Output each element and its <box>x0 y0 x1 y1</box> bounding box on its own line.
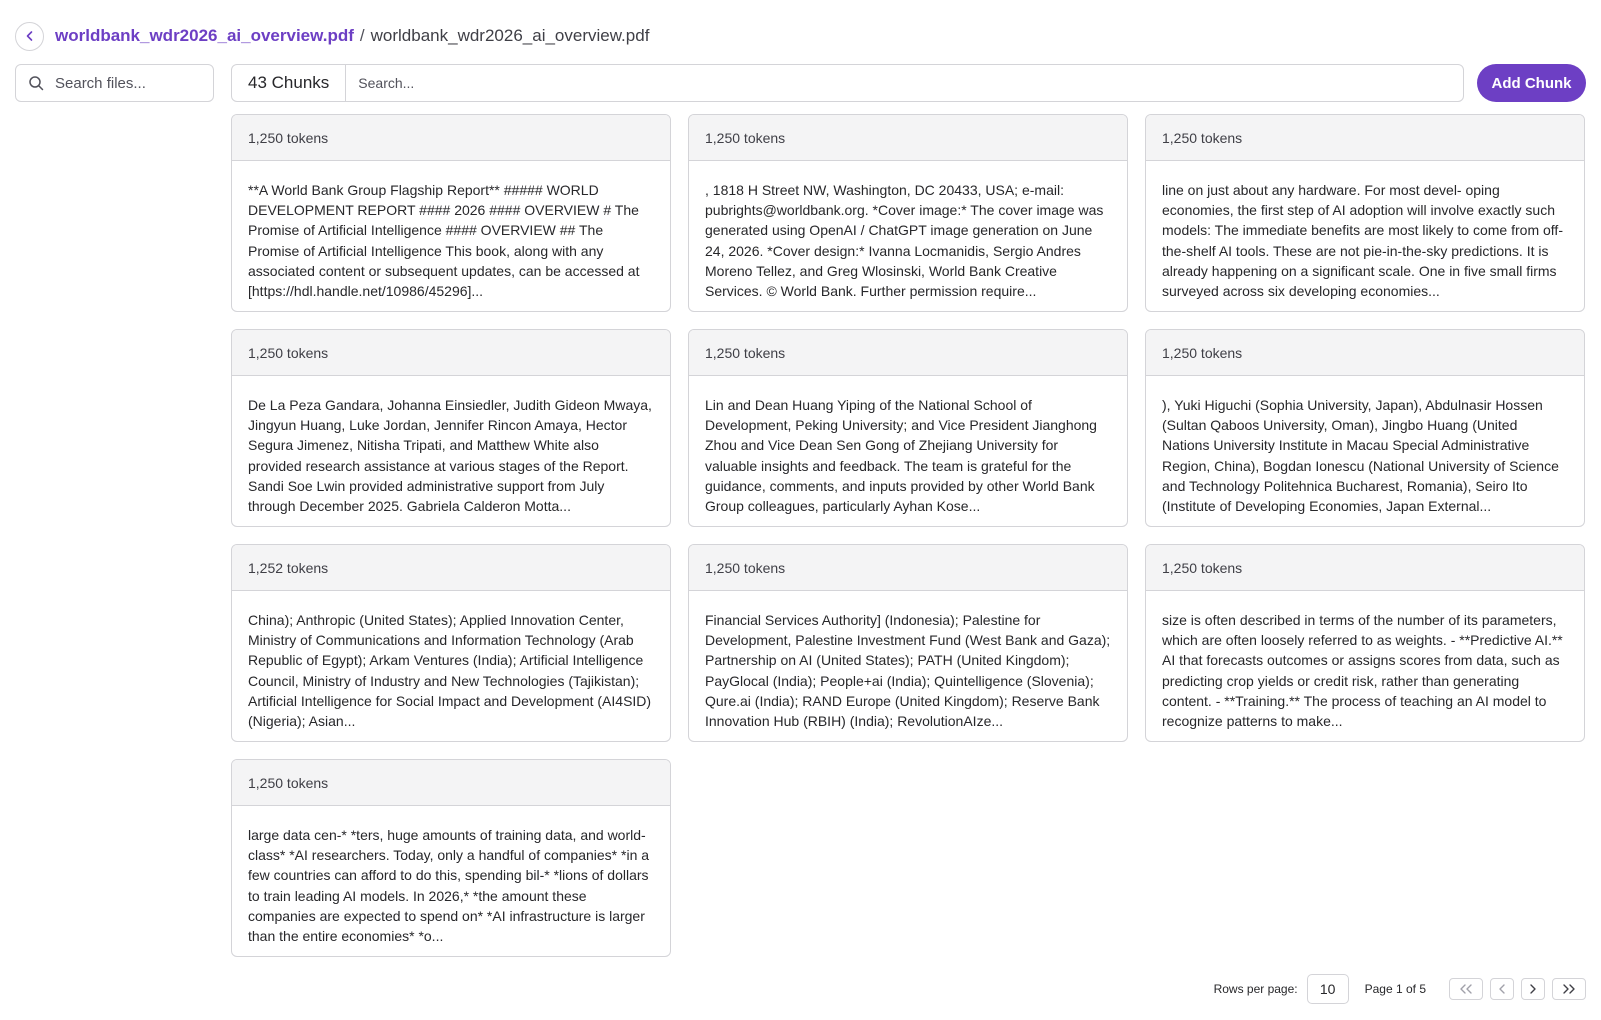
chunk-token-count: 1,250 tokens <box>232 760 670 806</box>
chunk-token-count: 1,252 tokens <box>232 545 670 591</box>
chevron-left-icon <box>1499 984 1505 994</box>
breadcrumb-current: worldbank_wdr2026_ai_overview.pdf <box>370 26 650 45</box>
chunk-text: Financial Services Authority] (Indonesia… <box>705 612 1111 730</box>
chevrons-right-icon <box>1563 984 1575 994</box>
chunk-card[interactable]: 1,250 tokens De La Peza Gandara, Johanna… <box>231 329 671 527</box>
file-search-box[interactable] <box>15 64 214 102</box>
chunk-search-bar: 43 Chunks <box>231 64 1464 102</box>
search-icon <box>29 76 44 91</box>
chunk-text: China); Anthropic (United States); Appli… <box>248 612 652 730</box>
chunk-token-count: 1,250 tokens <box>689 545 1127 591</box>
chunk-card[interactable]: 1,250 tokens **A World Bank Group Flagsh… <box>231 114 671 312</box>
chunk-token-count: 1,250 tokens <box>689 330 1127 376</box>
chevron-right-icon <box>1530 984 1536 994</box>
chunk-search-input[interactable] <box>346 65 1463 101</box>
chunk-card[interactable]: 1,250 tokens ), Yuki Higuchi (Sophia Uni… <box>1145 329 1585 527</box>
chunk-text: large data cen-* *ters, huge amounts of … <box>248 827 650 945</box>
rows-per-page-label: Rows per page: <box>1213 982 1298 996</box>
pagination: Rows per page: 10 Page 1 of 5 <box>1214 974 1586 1004</box>
chevron-left-icon <box>26 31 32 41</box>
chunk-card[interactable]: 1,252 tokens China); Anthropic (United S… <box>231 544 671 742</box>
last-page-button[interactable] <box>1552 978 1586 1000</box>
add-chunk-button[interactable]: Add Chunk <box>1477 64 1586 102</box>
back-button[interactable] <box>15 21 44 51</box>
chunk-text: De La Peza Gandara, Johanna Einsiedler, … <box>248 397 652 515</box>
previous-page-button[interactable] <box>1490 978 1514 1000</box>
chunk-text: Lin and Dean Huang Yiping of the Nationa… <box>705 397 1097 515</box>
chevrons-left-icon <box>1460 984 1472 994</box>
rows-per-page-select[interactable]: 10 <box>1306 974 1349 1004</box>
chunk-card[interactable]: 1,250 tokens Lin and Dean Huang Yiping o… <box>688 329 1128 527</box>
header: worldbank_wdr2026_ai_overview.pdf / worl… <box>15 21 649 51</box>
chunk-token-count: 1,250 tokens <box>232 115 670 161</box>
chunk-count: 43 Chunks <box>232 65 347 101</box>
breadcrumb-separator: / <box>359 26 365 45</box>
chunk-grid: 1,250 tokens **A World Bank Group Flagsh… <box>231 114 1586 957</box>
page-indicator: Page 1 of 5 <box>1364 982 1426 996</box>
first-page-button[interactable] <box>1449 978 1483 1000</box>
breadcrumb-link[interactable]: worldbank_wdr2026_ai_overview.pdf <box>55 26 354 46</box>
chunk-token-count: 1,250 tokens <box>232 330 670 376</box>
chunk-text: , 1818 H Street NW, Washington, DC 20433… <box>705 182 1104 300</box>
chunk-token-count: 1,250 tokens <box>1146 115 1584 161</box>
chunk-card[interactable]: 1,250 tokens size is often described in … <box>1145 544 1585 742</box>
chunk-text: size is often described in terms of the … <box>1162 612 1563 730</box>
file-search-input[interactable] <box>55 74 205 92</box>
chunk-card[interactable]: 1,250 tokens line on just about any hard… <box>1145 114 1585 312</box>
chunk-card[interactable]: 1,250 tokens large data cen-* *ters, hug… <box>231 759 671 957</box>
chunk-text: **A World Bank Group Flagship Report** #… <box>248 182 640 300</box>
next-page-button[interactable] <box>1521 978 1545 1000</box>
breadcrumb: worldbank_wdr2026_ai_overview.pdf / worl… <box>55 26 649 46</box>
chunk-card[interactable]: 1,250 tokens , 1818 H Street NW, Washing… <box>688 114 1128 312</box>
chunk-text: ), Yuki Higuchi (Sophia University, Japa… <box>1162 397 1559 515</box>
chunk-token-count: 1,250 tokens <box>1146 545 1584 591</box>
chunk-token-count: 1,250 tokens <box>1146 330 1584 376</box>
chunk-token-count: 1,250 tokens <box>689 115 1127 161</box>
chunk-text: line on just about any hardware. For mos… <box>1162 182 1563 300</box>
chunk-card[interactable]: 1,250 tokens Financial Services Authorit… <box>688 544 1128 742</box>
